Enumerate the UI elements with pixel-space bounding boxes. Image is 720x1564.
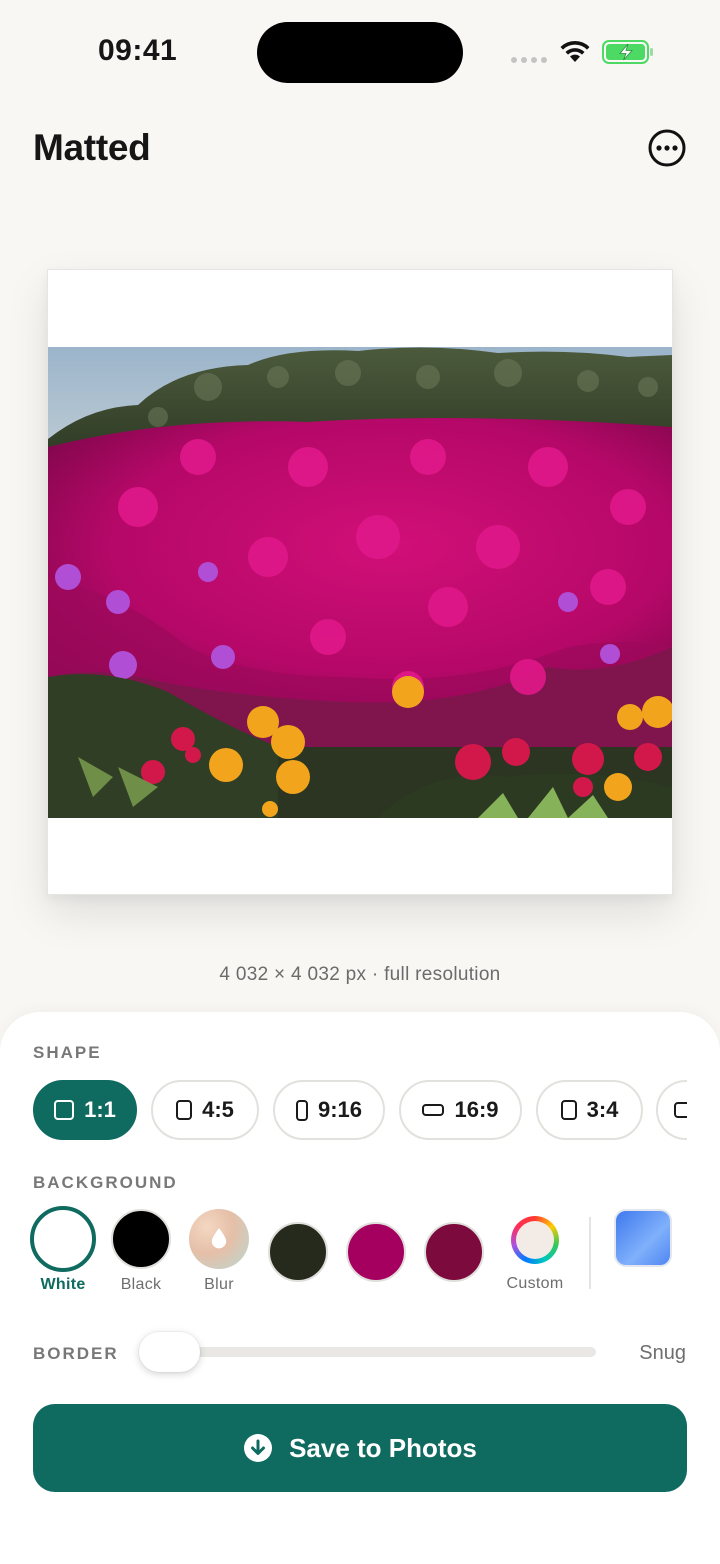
swatch-white[interactable]: White [30,1206,96,1294]
status-time: 09:41 [98,34,178,67]
shape-option-label: 16:9 [454,1097,499,1122]
swatch-color [111,1209,171,1269]
wifi-icon [560,40,590,62]
swatch-label: Blur [204,1276,234,1293]
resolution-info: 4 032 × 4 032 px · full resolution [219,964,501,985]
battery-charging-icon [602,40,653,64]
app-title: Matted [33,127,151,168]
swatch-color [424,1222,484,1282]
shape-option-9-16[interactable]: 9:16 [273,1080,385,1140]
swatch-black[interactable]: Black [106,1206,176,1294]
matted-preview [47,269,673,895]
swatch-divider [589,1217,591,1289]
shape-option-label: 4:5 [202,1097,234,1122]
droplet-icon [211,1228,227,1249]
tall-rect-icon [295,1099,308,1121]
status-bar: 09:41 [0,0,720,104]
shape-option-more[interactable] [656,1080,687,1140]
swatch-blur[interactable]: Blur [184,1206,254,1294]
swatch-color [346,1222,406,1282]
border-section-label: BORDER [33,1344,119,1363]
swatch-custom[interactable]: Custom [495,1216,575,1293]
download-circle-icon [244,1434,273,1462]
swatch-color [189,1209,249,1269]
shape-option-label: 9:16 [317,1097,363,1122]
border-slider-track[interactable] [140,1347,596,1357]
shape-option-3-4[interactable]: 3:4 [536,1080,643,1140]
swatch-label: Black [120,1276,162,1293]
save-button-label: Save to Photos [289,1432,477,1463]
portrait-rect-icon [560,1100,577,1120]
portrait-rect-icon [176,1100,193,1120]
swatch-color [30,1206,96,1272]
shape-section-label: SHAPE [33,1043,102,1062]
shape-option-1-1[interactable]: 1:1 [33,1080,137,1140]
swatch-label: Custom [506,1275,564,1292]
swatch-label: White [40,1276,86,1293]
wide-rect-icon [422,1104,445,1116]
swatch-color [268,1222,328,1282]
shape-option-16-9[interactable]: 16:9 [399,1080,522,1140]
shape-option-4-5[interactable]: 4:5 [151,1080,259,1140]
shape-selector: 1:1 4:5 9:16 16:9 3:4 [33,1080,687,1142]
border-value: Snug [639,1342,686,1364]
swatch-burgundy[interactable] [423,1222,485,1282]
photo-flowers [48,347,672,818]
shape-option-label: 3:4 [586,1097,619,1122]
ellipsis-circle-icon[interactable] [647,128,687,168]
swatch-magenta[interactable] [345,1222,407,1282]
dynamic-island [257,22,463,83]
border-slider-thumb[interactable] [139,1332,200,1372]
cellular-signal-icon [511,57,547,63]
swatch-photo-sample[interactable] [614,1209,672,1267]
color-wheel-icon [511,1216,559,1264]
square-icon [54,1100,75,1120]
landscape-rect-icon [674,1102,687,1118]
shape-option-label: 1:1 [84,1097,116,1122]
swatch-dark-olive[interactable] [267,1222,329,1282]
background-section-label: BACKGROUND [33,1173,178,1192]
save-to-photos-button[interactable]: Save to Photos [33,1404,687,1492]
